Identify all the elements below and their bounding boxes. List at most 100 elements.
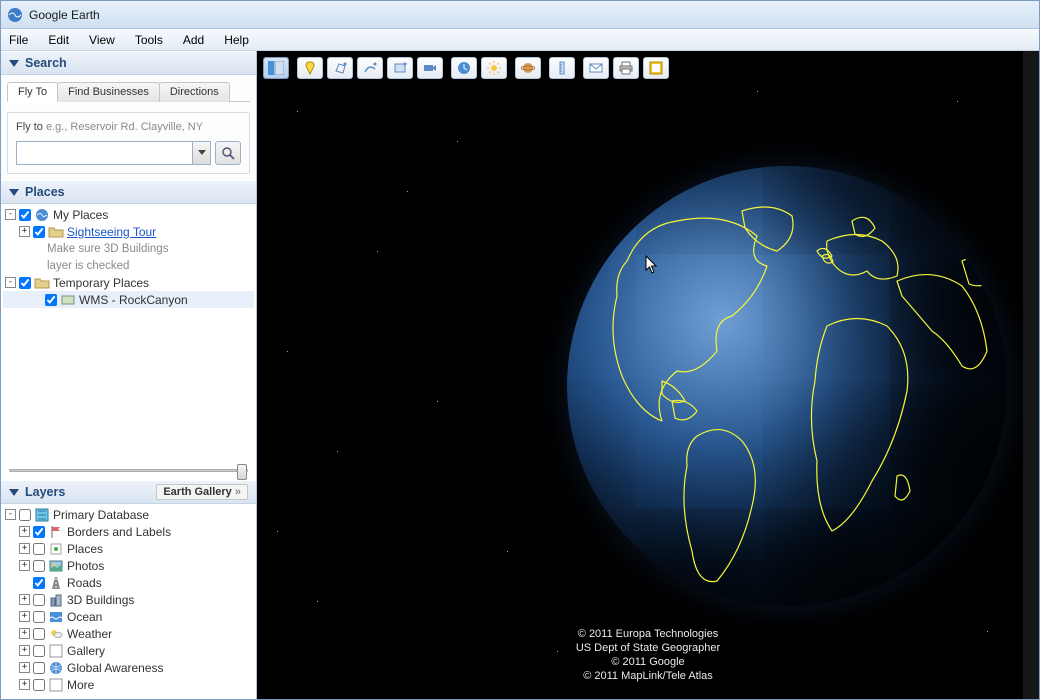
tree-primary-database[interactable]: - Primary Database [3, 506, 254, 523]
historical-imagery-button[interactable] [451, 57, 477, 79]
earth-globe[interactable] [567, 166, 1007, 606]
checkbox[interactable] [33, 226, 45, 238]
flyto-history-dropdown[interactable] [193, 141, 211, 165]
search-button[interactable] [215, 141, 241, 165]
tree-temporary-places[interactable]: - Temporary Places [3, 274, 254, 291]
tree-my-places[interactable]: - My Places [3, 206, 254, 223]
tree-sightseeing[interactable]: + Sightseeing Tour [3, 223, 254, 240]
tree-label: Places [67, 542, 103, 556]
database-icon [34, 507, 50, 523]
places-panel-header[interactable]: Places [1, 180, 256, 204]
add-path-button[interactable] [357, 57, 383, 79]
toggle-sidebar-button[interactable] [263, 57, 289, 79]
app-icon [7, 7, 23, 23]
tree-roads[interactable]: Roads [3, 574, 254, 591]
checkbox[interactable] [33, 662, 45, 674]
tree-gallery[interactable]: + Gallery [3, 642, 254, 659]
overlay-icon [60, 292, 76, 308]
add-polygon-button[interactable] [327, 57, 353, 79]
menu-file[interactable]: File [9, 33, 28, 47]
add-image-overlay-button[interactable] [387, 57, 413, 79]
view-in-maps-button[interactable] [643, 57, 669, 79]
tree-label[interactable]: Sightseeing Tour [67, 225, 156, 239]
map-viewport[interactable]: © 2011 Europa Technologies US Dept of St… [257, 51, 1039, 699]
opacity-slider[interactable] [1, 465, 256, 480]
app-window: Google Earth File Edit View Tools Add He… [0, 0, 1040, 700]
menu-add[interactable]: Add [183, 33, 204, 47]
photo-icon [48, 558, 64, 574]
app-title: Google Earth [29, 8, 100, 22]
checkbox[interactable] [33, 526, 45, 538]
tree-more[interactable]: + More [3, 676, 254, 693]
checkbox[interactable] [19, 509, 31, 521]
checkbox[interactable] [33, 577, 45, 589]
tree-borders-labels[interactable]: + Borders and Labels [3, 523, 254, 540]
checkbox[interactable] [33, 594, 45, 606]
folder-icon [34, 275, 50, 291]
earth-gallery-button[interactable]: Earth Gallery » [156, 484, 248, 500]
scrollbar[interactable] [1023, 51, 1039, 699]
tree-label: Primary Database [53, 508, 149, 522]
tree-places[interactable]: + Places [3, 540, 254, 557]
print-button[interactable] [613, 57, 639, 79]
ruler-button[interactable] [549, 57, 575, 79]
tree-label: Weather [67, 627, 112, 641]
weather-icon [48, 626, 64, 642]
checkbox[interactable] [33, 645, 45, 657]
email-button[interactable] [583, 57, 609, 79]
place-icon [48, 541, 64, 557]
collapse-icon [9, 60, 19, 67]
tree-ocean[interactable]: + Ocean [3, 608, 254, 625]
sunlight-button[interactable] [481, 57, 507, 79]
tab-fly-to[interactable]: Fly To [7, 82, 58, 102]
add-placemark-button[interactable] [297, 57, 323, 79]
tree-photos[interactable]: + Photos [3, 557, 254, 574]
collapse-icon [9, 489, 19, 496]
checkbox[interactable] [19, 209, 31, 221]
tree-label: Borders and Labels [67, 525, 171, 539]
search-icon [221, 146, 235, 160]
ocean-icon [48, 609, 64, 625]
titlebar: Google Earth [1, 1, 1039, 29]
tree-label: 3D Buildings [67, 593, 134, 607]
menu-edit[interactable]: Edit [48, 33, 69, 47]
tree-wms-rockcanyon[interactable]: WMS - RockCanyon [3, 291, 254, 308]
viewport-toolbar [263, 57, 669, 79]
tree-label: My Places [53, 208, 108, 222]
layers-title: Layers [25, 485, 65, 499]
checkbox[interactable] [33, 628, 45, 640]
flyto-input[interactable] [16, 141, 193, 165]
record-tour-button[interactable] [417, 57, 443, 79]
checkbox[interactable] [33, 679, 45, 691]
layers-panel-header[interactable]: Layers Earth Gallery » [1, 480, 256, 504]
tree-3d-buildings[interactable]: + 3D Buildings [3, 591, 254, 608]
attribution-text: © 2011 Europa Technologies US Dept of St… [576, 627, 720, 683]
tree-label: Temporary Places [53, 276, 149, 290]
tab-directions[interactable]: Directions [159, 82, 230, 102]
checkbox[interactable] [33, 611, 45, 623]
menu-tools[interactable]: Tools [135, 33, 163, 47]
search-panel-header[interactable]: Search [1, 51, 256, 75]
menu-view[interactable]: View [89, 33, 115, 47]
tab-find-businesses[interactable]: Find Businesses [57, 82, 160, 102]
tree-label: Gallery [67, 644, 105, 658]
road-icon [48, 575, 64, 591]
checkbox[interactable] [33, 560, 45, 572]
checkbox[interactable] [33, 543, 45, 555]
tree-sublabel: layer is checked [47, 259, 129, 273]
flyto-label: Fly to [16, 121, 43, 133]
tree-weather[interactable]: + Weather [3, 625, 254, 642]
slider-thumb[interactable] [237, 464, 247, 480]
menubar: File Edit View Tools Add Help [1, 29, 1039, 51]
tree-global-awareness[interactable]: + Global Awareness [3, 659, 254, 676]
folder-icon [48, 224, 64, 240]
tree-label: Roads [67, 576, 102, 590]
flyto-example: e.g., Reservoir Rd. Clayville, NY [46, 121, 203, 133]
checkbox[interactable] [45, 294, 57, 306]
planets-button[interactable] [515, 57, 541, 79]
checkbox[interactable] [19, 277, 31, 289]
search-title: Search [25, 56, 67, 70]
buildings-icon [48, 592, 64, 608]
tree-label: WMS - RockCanyon [79, 293, 188, 307]
menu-help[interactable]: Help [224, 33, 249, 47]
